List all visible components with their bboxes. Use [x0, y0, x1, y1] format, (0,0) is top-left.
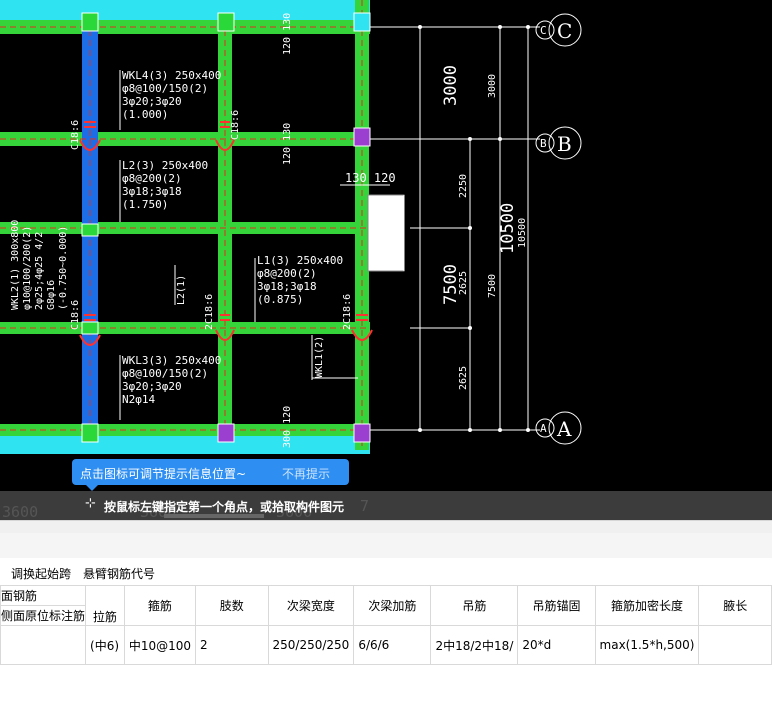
dim-3000-small: 3000: [487, 74, 498, 98]
col-legs[interactable]: 肢数: [195, 585, 269, 626]
tooltip-message[interactable]: 点击图标可调节提示信息位置~: [80, 465, 246, 482]
dim-mid-120-130: 120 130: [282, 123, 293, 165]
cad-canvas[interactable]: WKL4(3) 250x400 φ8@100/150(2) 3φ20;3φ20 …: [0, 0, 772, 520]
drawing-svg[interactable]: WKL4(3) 250x400 φ8@100/150(2) 3φ20;3φ20 …: [0, 0, 772, 520]
axis-label-b: B: [557, 132, 572, 156]
axis-label-c-small: C: [540, 24, 547, 37]
dim-130-120: 130 120: [345, 171, 396, 185]
dim-top-120-130: 120 130: [282, 13, 293, 55]
cantilever-rebar-code-button[interactable]: 悬臂钢筋代号: [83, 565, 155, 582]
col-hanger[interactable]: 吊筋: [430, 585, 519, 626]
hanger-tag-1: C18:6: [70, 120, 81, 150]
axis-labels: C B A C B A: [540, 19, 572, 441]
cell-haunch[interactable]: [698, 625, 772, 665]
note-l2-line4: (1.750): [122, 198, 168, 211]
wkl2-line4: G8φ16: [46, 280, 57, 310]
panel-divider[interactable]: [0, 520, 772, 533]
hanger-tag-4: 2C18:6: [204, 294, 215, 330]
col-dense-length[interactable]: 箍筋加密长度: [594, 585, 700, 626]
dim-3000-large: 3000: [441, 65, 461, 106]
scroll-segment[interactable]: [164, 514, 264, 518]
axis-label-b-small: B: [540, 137, 547, 150]
axis-label-c: C: [557, 19, 572, 43]
note-wkl3-line4: N2φ14: [122, 393, 155, 406]
note-wkl4-line2: φ8@100/150(2): [122, 82, 208, 95]
swap-start-span-button[interactable]: 调换起始跨: [11, 565, 71, 582]
note-l2-line2: φ8@200(2): [122, 172, 182, 185]
note-wkl4-line1: WKL4(3) 250x400: [122, 69, 221, 82]
col-secondary-rebar[interactable]: 次梁加筋: [353, 585, 432, 626]
note-wkl3-line2: φ8@100/150(2): [122, 367, 208, 380]
note-l1-line4: (0.875): [257, 293, 303, 306]
header-sub-title: 侧面原位标注筋: [1, 609, 86, 623]
cell-side[interactable]: [0, 625, 87, 665]
col-stirrup[interactable]: 箍筋: [123, 585, 197, 626]
col-secondary-width[interactable]: 次梁宽度: [267, 585, 355, 626]
panel-header: [0, 533, 772, 559]
dim-7500-small: 7500: [487, 274, 498, 298]
hanger-tag-5: 2C18:6: [342, 294, 353, 330]
note-wkl4-line3: 3φ20;3φ20: [122, 95, 182, 108]
cell-dense-length[interactable]: max(1.5*h,500): [594, 625, 700, 665]
cell-tie[interactable]: (中6): [85, 625, 125, 665]
cell-secondary-width[interactable]: 250/250/250: [267, 625, 355, 665]
note-l1-line1: L1(3) 250x400: [257, 254, 343, 267]
hanger-tag-3: C18:6: [70, 300, 81, 330]
note-l1-line2: φ8@200(2): [257, 267, 317, 280]
opening-block[interactable]: [368, 195, 404, 271]
note-l2-line3: 3φ18;3φ18: [122, 185, 182, 198]
hanger-tag-2: C18:6: [230, 110, 241, 140]
tag-l2: L2(1): [176, 275, 187, 305]
command-bar: 3600 3600 3600 7 ⊹ 按鼠标左键指定第一个角点，或拾取构件图元: [0, 491, 772, 521]
cell-hanger[interactable]: 2中18/2中18/: [430, 625, 519, 665]
wkl2-line3: 2φ25;4φ25 4/2: [34, 232, 45, 310]
header-group: 面钢筋 侧面原位标注筋: [0, 585, 86, 626]
tag-wkl1: WKL1(2): [314, 336, 325, 378]
coord-left: 3600: [2, 503, 39, 521]
wkl2-line1: WKL2(1) 300x800: [10, 220, 21, 310]
cell-secondary-rebar[interactable]: 6/6/6: [353, 625, 432, 665]
wkl2-line5: (-0.750~0.000): [58, 226, 69, 310]
axis-label-a-small: A: [540, 422, 547, 435]
dim-2625-a: 2625: [458, 271, 469, 295]
command-prompt: 按鼠标左键指定第一个角点，或拾取构件图元: [104, 500, 345, 514]
crosshair-cursor-icon: ⊹: [85, 496, 96, 511]
coord-num: 7: [360, 497, 370, 515]
tooltip-dismiss-button[interactable]: 不再提示: [282, 465, 330, 482]
note-wkl3-line1: WKL3(3) 250x400: [122, 354, 221, 367]
dim-2250: 2250: [458, 174, 469, 198]
tooltip-banner[interactable]: 点击图标可调节提示信息位置~ 不再提示: [72, 459, 349, 491]
note-l2-line1: L2(3) 250x400: [122, 159, 208, 172]
dim-bottom-300-120: 300 120: [282, 406, 293, 448]
rebar-table: 面钢筋 侧面原位标注筋 拉筋 箍筋 肢数 次梁宽度 次梁加筋 吊筋 吊筋锚固 箍…: [0, 585, 772, 665]
note-wkl3-line3: 3φ20;3φ20: [122, 380, 182, 393]
dim-10500-small: 10500: [517, 218, 528, 248]
dim-10500-large: 10500: [498, 203, 518, 254]
col-tie[interactable]: 拉筋: [85, 585, 125, 626]
cell-hanger-anchor[interactable]: 20*d: [517, 625, 596, 665]
note-wkl4-line4: (1.000): [122, 108, 168, 121]
axis-bubbles[interactable]: [535, 13, 582, 445]
header-group-title: 面钢筋: [1, 587, 86, 606]
note-l1-line3: 3φ18;3φ18: [257, 280, 317, 293]
property-toolbar: 调换起始跨 悬臂钢筋代号: [0, 558, 772, 584]
axis-label-a: A: [556, 417, 572, 441]
table-row[interactable]: (中6) 中10@100 2 250/250/250 6/6/6 2中18/2中…: [0, 625, 772, 665]
col-hanger-anchor[interactable]: 吊筋锚固: [517, 585, 596, 626]
cell-legs[interactable]: 2: [195, 625, 269, 665]
wkl2-line2: φ10@100/200(2): [22, 226, 33, 310]
cell-stirrup[interactable]: 中10@100: [123, 625, 197, 665]
dim-2625-b: 2625: [458, 366, 469, 390]
col-haunch[interactable]: 腋长: [698, 585, 772, 626]
